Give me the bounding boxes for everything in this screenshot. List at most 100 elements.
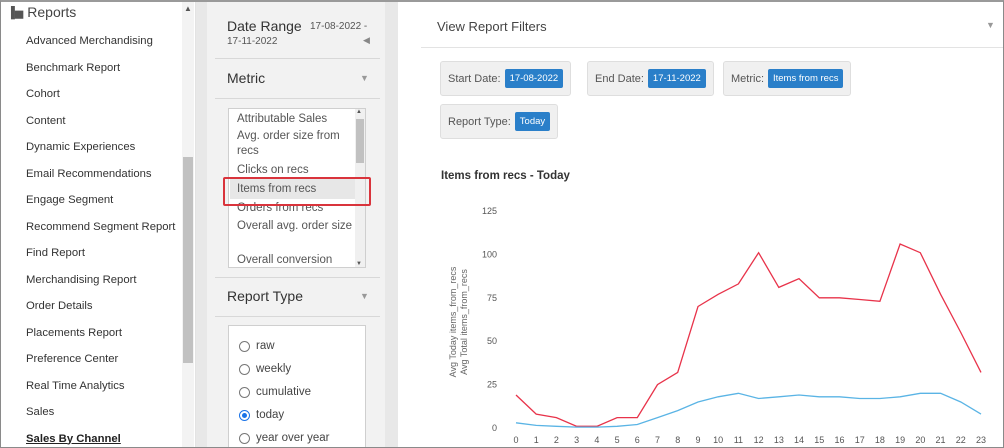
scroll-up-icon[interactable]: ▲ <box>356 109 362 115</box>
report-type-badge[interactable]: Today <box>514 112 551 131</box>
view-report-filters-title[interactable]: View Report Filters <box>437 19 547 34</box>
line-chart: 02550751001250 1 2 3 4 5 6 7 8 9 10 11 12 13 14 15 16 17 1… <box>448 206 986 445</box>
metric-option[interactable]: Avg. order size from recs <box>237 129 355 159</box>
series-line-today <box>515 243 982 427</box>
radio-label: year over year <box>256 432 330 444</box>
sidebar-item-merchandising-report[interactable]: Merchandising Report <box>26 270 175 297</box>
sidebar-item-recommend-segment-report[interactable]: Recommend Segment Report <box>26 217 175 244</box>
sidebar-scroll-thumb[interactable] <box>183 157 193 363</box>
metric-filter-chip: Metric: Items from recs <box>723 61 852 96</box>
report-type-radio-group: raw weekly cumulative today year over ye… <box>228 325 366 447</box>
end-date-badge[interactable]: 17-11-2022 <box>647 69 706 88</box>
y-tick-label: 0 <box>492 423 497 433</box>
x-tick-label: 20 <box>915 435 925 445</box>
x-tick-label: 12 <box>754 435 764 445</box>
reports-header[interactable]: ▐▅ Reports <box>7 4 76 20</box>
filter-panel: Date Range 17-08-2022 - 17-11-2022 ◀ Met… <box>207 2 385 447</box>
chevron-down-icon[interactable]: ▼ <box>360 291 369 301</box>
x-tick-label: 16 <box>834 435 844 445</box>
chevron-down-icon[interactable]: ▼ <box>986 20 995 30</box>
series-line-total <box>515 392 982 428</box>
sidebar-item-find-report[interactable]: Find Report <box>26 243 175 270</box>
sidebar-item-sales-by-channel[interactable]: Sales By Channel <box>26 429 175 448</box>
sidebar-item-preference-center[interactable]: Preference Center <box>26 349 175 376</box>
report-type-option-cumulative[interactable]: cumulative <box>239 386 311 398</box>
sidebar-scrollbar[interactable]: ▲ <box>182 2 194 447</box>
chip-label: Report Type: <box>448 115 511 128</box>
divider <box>215 58 380 59</box>
metric-option[interactable]: Overall conversion <box>237 253 355 267</box>
collapse-left-icon[interactable]: ◀ <box>363 35 370 46</box>
app-frame: ▐▅ Reports Advanced Merchandising Benchma… <box>0 0 1004 448</box>
sidebar-item-order-details[interactable]: Order Details <box>26 296 175 323</box>
date-range-end[interactable]: 17-11-2022 <box>227 36 277 47</box>
reports-sidebar: ▐▅ Reports Advanced Merchandising Benchma… <box>1 2 196 448</box>
x-tick-label: 11 <box>734 435 743 445</box>
scroll-up-icon[interactable]: ▲ <box>184 4 192 13</box>
report-type-section-title[interactable]: Report Type <box>227 288 303 304</box>
radio-button[interactable] <box>239 386 250 398</box>
x-tick-label: 10 <box>713 435 723 445</box>
sidebar-item-real-time-analytics[interactable]: Real Time Analytics <box>26 376 175 403</box>
y-tick-label: 100 <box>482 249 497 259</box>
metric-option[interactable]: Clicks on recs <box>237 163 355 178</box>
sidebar-list: Advanced Merchandising Benchmark Report Co… <box>26 31 175 448</box>
x-tick-label: 9 <box>695 435 700 445</box>
date-range-start[interactable]: 17-08-2022 - <box>310 21 367 32</box>
x-tick-label: 8 <box>675 435 680 445</box>
report-type-option-raw[interactable]: raw <box>239 340 275 352</box>
radio-label: raw <box>256 340 275 352</box>
sidebar-item-content[interactable]: Content <box>26 111 175 138</box>
x-tick-label: 21 <box>936 435 946 445</box>
metric-option[interactable]: Attributable Sales <box>237 112 355 127</box>
x-tick-label: 2 <box>554 435 559 445</box>
report-type-option-year-over-year[interactable]: year over year <box>239 432 330 444</box>
panel-gutter <box>385 2 398 447</box>
metric-badge[interactable]: Items from recs <box>768 69 844 88</box>
y-tick-label: 125 <box>482 206 497 216</box>
radio-button-checked[interactable] <box>239 409 250 421</box>
selection-highlight-box <box>223 177 371 206</box>
reports-header-label: Reports <box>27 4 77 20</box>
radio-label: weekly <box>256 363 292 375</box>
x-tick-label: 19 <box>895 435 905 445</box>
metric-section-title[interactable]: Metric <box>227 70 265 86</box>
sidebar-item-dynamic-experiences[interactable]: Dynamic Experiences <box>26 137 175 164</box>
chart-title: Items from recs - Today <box>441 170 570 182</box>
start-date-filter-chip: Start Date: 17-08-2022 <box>440 61 572 96</box>
x-tick-label: 6 <box>635 435 640 445</box>
x-tick-label: 14 <box>794 435 804 445</box>
listbox-scroll-thumb[interactable] <box>356 119 364 163</box>
sidebar-item-benchmark-report[interactable]: Benchmark Report <box>26 58 175 85</box>
radio-label: today <box>256 409 285 421</box>
x-tick-label: 3 <box>574 435 579 445</box>
report-type-option-today[interactable]: today <box>239 409 284 421</box>
sidebar-item-advanced-merchandising[interactable]: Advanced Merchandising <box>26 31 175 58</box>
end-date-filter-chip: End Date: 17-11-2022 <box>587 61 714 96</box>
scroll-down-icon[interactable]: ▼ <box>356 261 362 267</box>
report-type-option-weekly[interactable]: weekly <box>239 363 291 375</box>
x-tick-label: 7 <box>655 435 660 445</box>
x-tick-label: 0 <box>513 435 518 445</box>
y-tick-label: 50 <box>487 336 497 346</box>
x-tick-label: 13 <box>774 435 784 445</box>
x-tick-label: 17 <box>855 435 865 445</box>
x-tick-label: 15 <box>814 435 824 445</box>
x-tick-label: 4 <box>594 435 599 445</box>
sidebar-item-email-recommendations[interactable]: Email Recommendations <box>26 164 175 191</box>
sidebar-item-engage-segment[interactable]: Engage Segment <box>26 190 175 217</box>
sidebar-item-sales[interactable]: Sales <box>26 402 175 429</box>
radio-button[interactable] <box>239 340 250 352</box>
radio-button[interactable] <box>239 363 250 375</box>
metric-option[interactable]: Overall avg. order size <box>237 219 355 234</box>
radio-button[interactable] <box>239 432 250 444</box>
y-axis-label: Avg Total items_from_recs <box>459 269 469 375</box>
divider <box>215 277 380 278</box>
chevron-down-icon[interactable]: ▼ <box>360 73 369 83</box>
chip-label: Metric: <box>731 72 764 85</box>
sidebar-item-cohort[interactable]: Cohort <box>26 84 175 111</box>
y-axis-label: Avg Today items_from_recs <box>448 266 458 377</box>
x-tick-label: 23 <box>976 435 986 445</box>
start-date-badge[interactable]: 17-08-2022 <box>504 69 564 88</box>
sidebar-item-placements-report[interactable]: Placements Report <box>26 323 175 350</box>
